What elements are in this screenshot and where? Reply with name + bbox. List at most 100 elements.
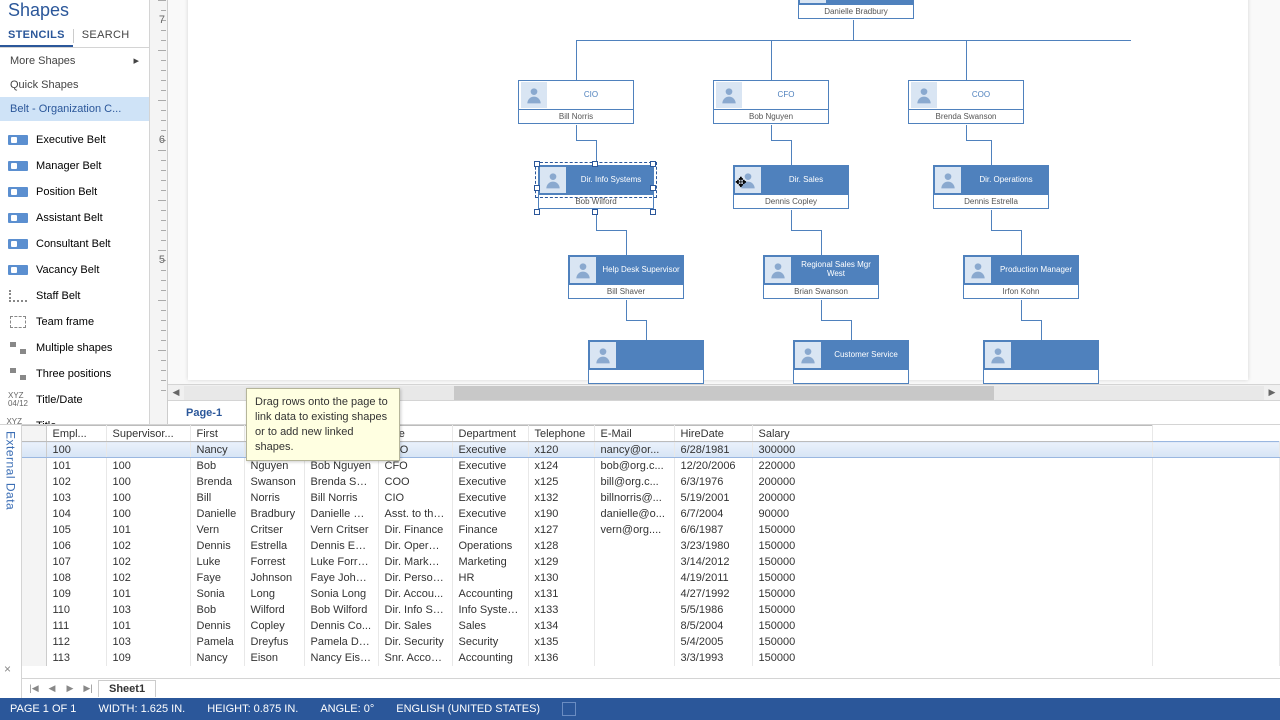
table-row[interactable]: 113109NancyEisonNancy EisonSnr. Accou...… [22, 650, 1280, 666]
cell[interactable]: Snr. Accou... [378, 650, 452, 666]
cell[interactable]: Brenda [190, 474, 244, 490]
cell[interactable]: 6/7/2004 [674, 506, 752, 522]
org-node-blank[interactable] [588, 340, 704, 384]
cell[interactable]: 6/28/1981 [674, 442, 752, 458]
stencil-three-positions[interactable]: Three positions [0, 361, 149, 387]
drawing-canvas[interactable]: Asst. to the PresidentDanielle Bradbury C… [168, 0, 1280, 384]
cell[interactable]: 103 [106, 602, 190, 618]
cell[interactable]: 102 [46, 474, 106, 490]
cell[interactable]: Dreyfus [244, 634, 304, 650]
org-node-asst[interactable]: Asst. to the PresidentDanielle Bradbury [798, 0, 914, 19]
org-node-dirOps[interactable]: Dir. OperationsDennis Estrella [933, 165, 1049, 209]
cell[interactable] [106, 442, 190, 458]
cell[interactable]: 5/19/2001 [674, 490, 752, 506]
cell[interactable] [594, 554, 674, 570]
cell[interactable] [594, 586, 674, 602]
cell[interactable]: 104 [46, 506, 106, 522]
cell[interactable]: Danielle [190, 506, 244, 522]
cell[interactable]: Executive [452, 442, 528, 458]
cell[interactable]: Swanson [244, 474, 304, 490]
stencil-assistant-belt[interactable]: Assistant Belt [0, 205, 149, 231]
cell[interactable]: x124 [528, 458, 594, 474]
cell[interactable]: 3/3/1993 [674, 650, 752, 666]
cell[interactable]: 4/27/1992 [674, 586, 752, 602]
cell[interactable]: 4/19/2011 [674, 570, 752, 586]
org-node-coo[interactable]: COOBrenda Swanson [908, 80, 1024, 124]
table-row[interactable]: 100NancyOsborneNancy Osb...CEOExecutivex… [22, 442, 1280, 458]
quick-shapes-link[interactable]: Quick Shapes [0, 73, 149, 97]
cell[interactable]: 101 [106, 618, 190, 634]
stencil-staff-belt[interactable]: Staff Belt [0, 283, 149, 309]
cell[interactable]: Executive [452, 474, 528, 490]
col-header[interactable]: Department [452, 426, 528, 442]
col-header[interactable]: Supervisor... [106, 426, 190, 442]
cell[interactable]: Accounting [452, 586, 528, 602]
table-row[interactable]: 110103BobWilfordBob WilfordDir. Info Sy.… [22, 602, 1280, 618]
cell[interactable]: CIO [378, 490, 452, 506]
cell[interactable]: 100 [106, 490, 190, 506]
drawing-page[interactable]: Asst. to the PresidentDanielle Bradbury C… [188, 0, 1248, 380]
cell[interactable]: 103 [106, 634, 190, 650]
cell[interactable]: Danielle Br... [304, 506, 378, 522]
cell[interactable]: Info Systems [452, 602, 528, 618]
cell[interactable]: 109 [46, 586, 106, 602]
cell[interactable]: Dennis Estr... [304, 538, 378, 554]
cell[interactable]: Luke Forrest [304, 554, 378, 570]
cell[interactable]: 200000 [752, 490, 1152, 506]
cell[interactable]: x134 [528, 618, 594, 634]
cell[interactable]: 150000 [752, 570, 1152, 586]
cell[interactable]: Nancy Eison [304, 650, 378, 666]
cell[interactable]: Security [452, 634, 528, 650]
cell[interactable]: Long [244, 586, 304, 602]
cell[interactable]: Bradbury [244, 506, 304, 522]
cell[interactable]: 101 [106, 586, 190, 602]
cell[interactable]: 102 [106, 554, 190, 570]
cell[interactable]: x132 [528, 490, 594, 506]
cell[interactable]: Brenda Sw... [304, 474, 378, 490]
table-row[interactable]: 101100BobNguyenBob NguyenCFOExecutivex12… [22, 458, 1280, 474]
tab-search[interactable]: SEARCH [74, 25, 138, 47]
cell[interactable]: 100 [106, 474, 190, 490]
cell[interactable]: 150000 [752, 538, 1152, 554]
cell[interactable]: 103 [46, 490, 106, 506]
col-header[interactable]: First [190, 426, 244, 442]
cell[interactable]: bob@org.c... [594, 458, 674, 474]
cell[interactable]: 150000 [752, 522, 1152, 538]
cell[interactable]: Faye Johns... [304, 570, 378, 586]
cell[interactable]: 6/6/1987 [674, 522, 752, 538]
org-node-helpDesk[interactable]: Help Desk SupervisorBill Shaver [568, 255, 684, 299]
stencil-manager-belt[interactable]: Manager Belt [0, 153, 149, 179]
cell[interactable]: 101 [46, 458, 106, 474]
cell[interactable]: 5/5/1986 [674, 602, 752, 618]
cell[interactable]: x133 [528, 602, 594, 618]
cell[interactable]: COO [378, 474, 452, 490]
cell[interactable]: x136 [528, 650, 594, 666]
cell[interactable]: Marketing [452, 554, 528, 570]
cell[interactable]: Eison [244, 650, 304, 666]
cell[interactable]: 150000 [752, 586, 1152, 602]
stencil-team-frame[interactable]: Team frame [0, 309, 149, 335]
cell[interactable]: Sonia [190, 586, 244, 602]
cell[interactable]: nancy@or... [594, 442, 674, 458]
cell[interactable] [594, 634, 674, 650]
cell[interactable]: Dennis [190, 618, 244, 634]
col-header[interactable]: E-Mail [594, 426, 674, 442]
table-row[interactable]: 102100BrendaSwansonBrenda Sw...COOExecut… [22, 474, 1280, 490]
cell[interactable]: Johnson [244, 570, 304, 586]
cell[interactable]: 106 [46, 538, 106, 554]
sheet-tab-1[interactable]: Sheet1 [98, 680, 156, 697]
col-header[interactable]: Salary [752, 426, 1152, 442]
cell[interactable]: Pamela Dre... [304, 634, 378, 650]
page-tab-1[interactable]: Page-1 [180, 403, 228, 423]
cell[interactable]: 90000 [752, 506, 1152, 522]
cell[interactable]: 6/3/1976 [674, 474, 752, 490]
cell[interactable]: Forrest [244, 554, 304, 570]
stencil-multiple-shapes[interactable]: Multiple shapes [0, 335, 149, 361]
col-header[interactable]: HireDate [674, 426, 752, 442]
cell[interactable]: Dir. Sales [378, 618, 452, 634]
sheet-nav-prev[interactable]: ◀ [44, 681, 60, 697]
cell[interactable] [594, 650, 674, 666]
cell[interactable]: x129 [528, 554, 594, 570]
tab-stencils[interactable]: STENCILS [0, 25, 73, 47]
table-row[interactable]: 104100DanielleBradburyDanielle Br...Asst… [22, 506, 1280, 522]
